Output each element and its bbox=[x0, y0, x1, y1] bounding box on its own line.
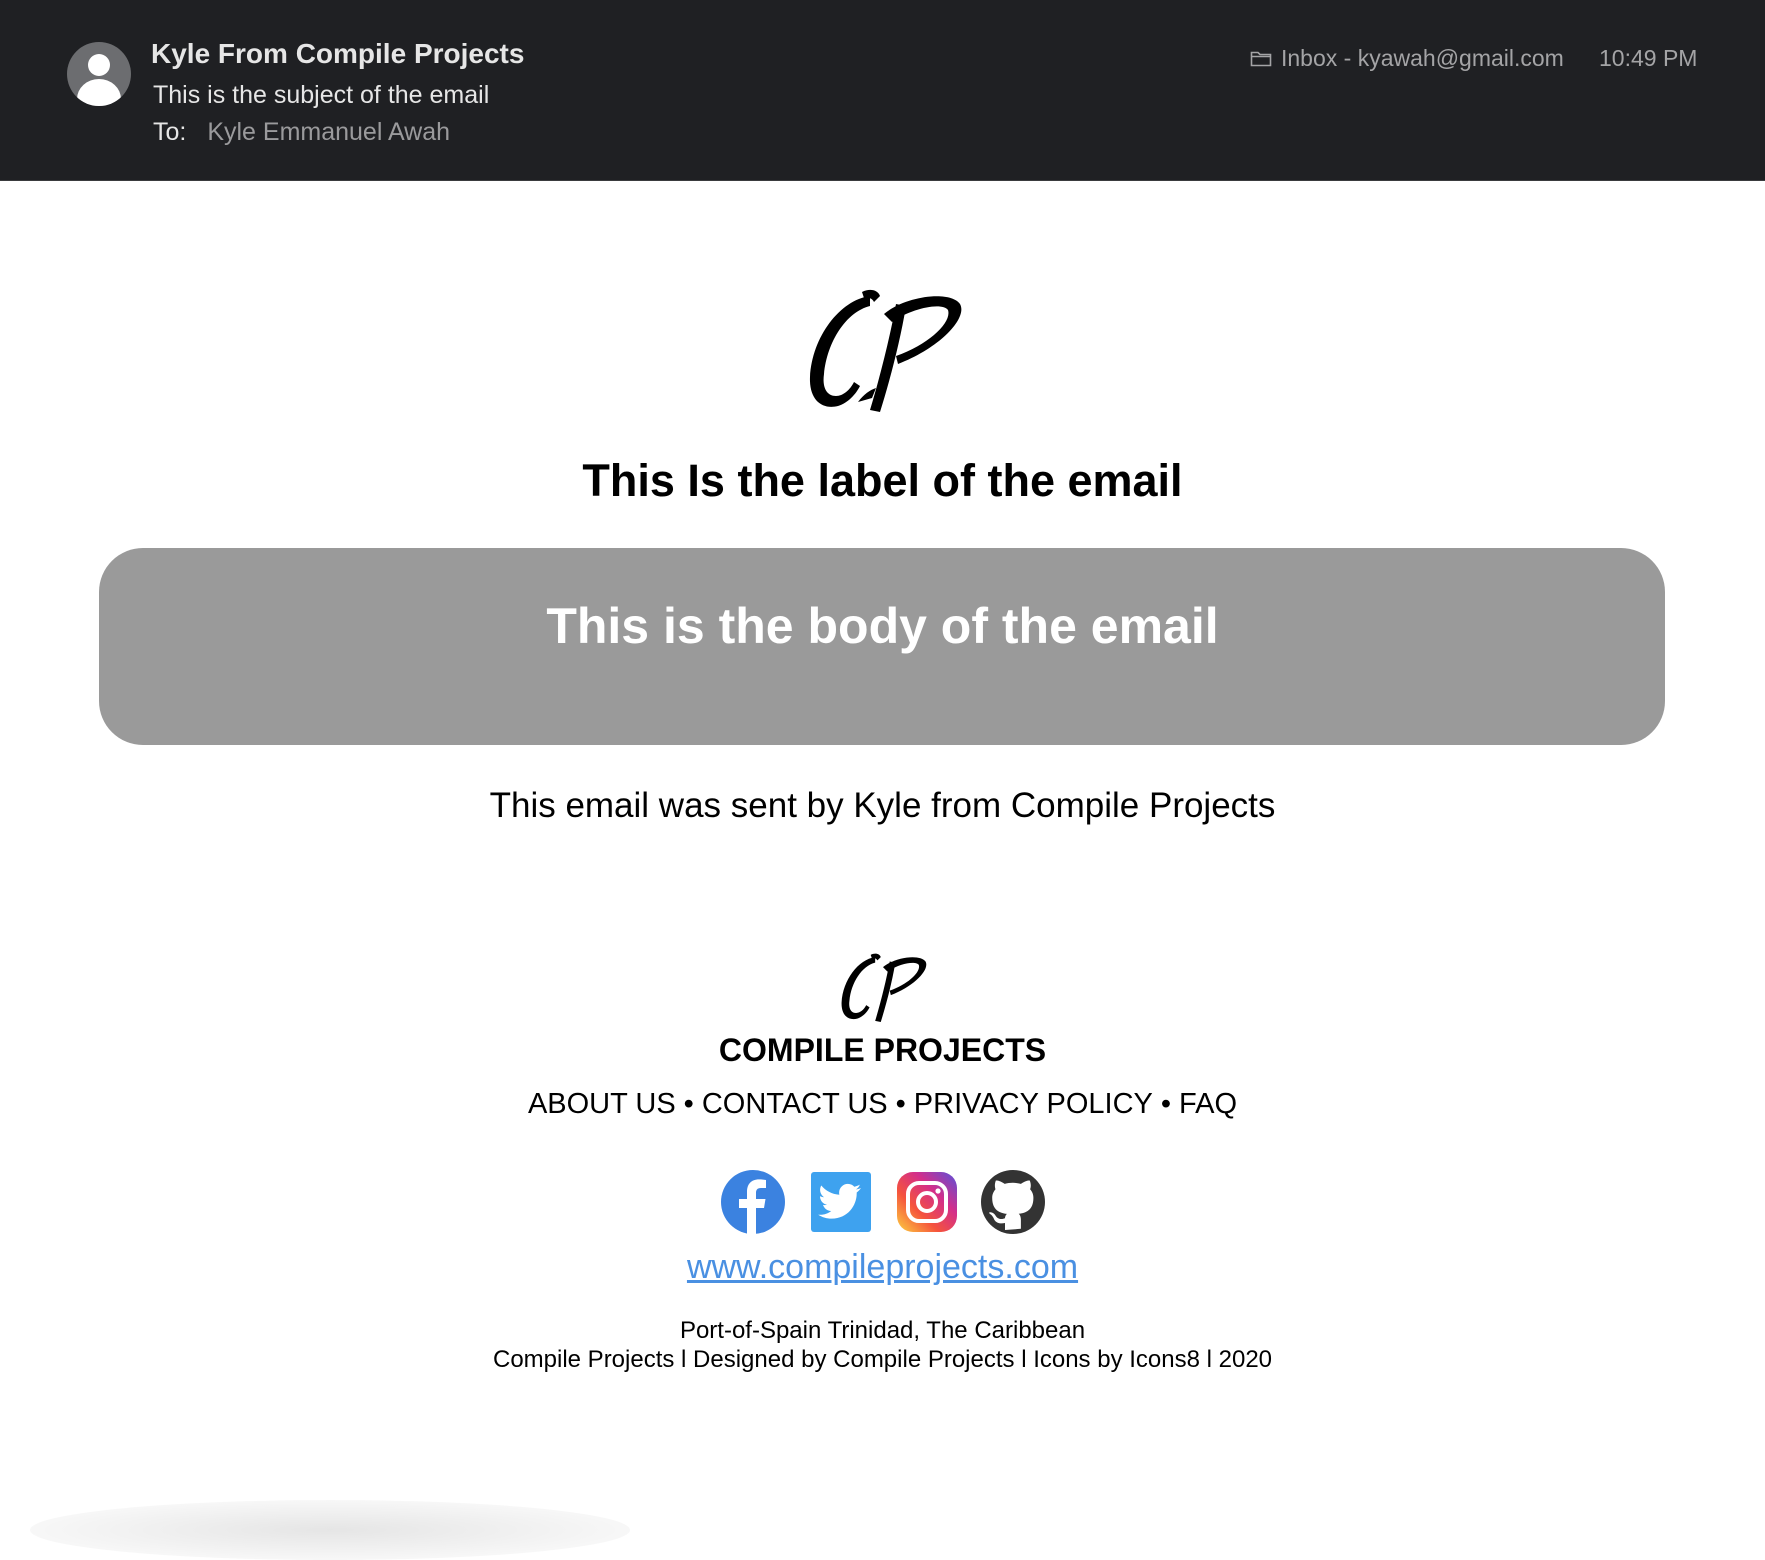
avatar-head bbox=[88, 54, 110, 76]
to-label: To: bbox=[153, 118, 187, 146]
instagram-icon[interactable] bbox=[893, 1168, 961, 1236]
nav-privacy-policy[interactable]: PRIVACY POLICY bbox=[914, 1088, 1153, 1120]
website-link[interactable]: www.compileprojects.com bbox=[0, 1248, 1765, 1287]
social-links bbox=[719, 1168, 1049, 1236]
footer-credits: Compile Projects l Designed by Compile P… bbox=[492, 1346, 1273, 1373]
footer-cp-logo bbox=[841, 953, 927, 1022]
mailbox-label: Inbox - kyawah@gmail.com bbox=[1281, 45, 1564, 71]
sent-by-text: This email was sent by Kyle from Compile… bbox=[489, 786, 1276, 825]
email-label: This Is the label of the email bbox=[582, 455, 1183, 506]
nav-contact-us[interactable]: CONTACT US bbox=[702, 1088, 888, 1120]
mailbox-indicator[interactable]: Inbox - kyawah@gmail.com bbox=[1250, 45, 1564, 72]
nav-about-us[interactable]: ABOUT US bbox=[528, 1088, 676, 1120]
github-icon[interactable] bbox=[979, 1168, 1047, 1236]
avatar[interactable] bbox=[67, 42, 131, 106]
recipient-row: To: Kyle Emmanuel Awah bbox=[153, 118, 450, 147]
footer-address: Port-of-Spain Trinidad, The Caribbean bbox=[679, 1317, 1086, 1344]
nav-separator: • bbox=[1160, 1088, 1172, 1120]
recipient-name[interactable]: Kyle Emmanuel Awah bbox=[207, 118, 450, 146]
sender-name[interactable]: Kyle From Compile Projects bbox=[151, 38, 524, 70]
footer-brand: COMPILE PROJECTS bbox=[718, 1032, 1047, 1068]
received-time: 10:49 PM bbox=[1599, 45, 1698, 71]
mail-header: Kyle From Compile Projects This is the s… bbox=[0, 0, 1765, 181]
avatar-body bbox=[77, 79, 121, 106]
email-body-text: This is the body of the email bbox=[546, 598, 1219, 654]
bottom-shadow bbox=[30, 1500, 630, 1560]
footer-nav: ABOUT US • CONTACT US • PRIVACY POLICY • FAQ bbox=[0, 1088, 1765, 1121]
email-subject: This is the subject of the email bbox=[153, 81, 490, 109]
nav-faq[interactable]: FAQ bbox=[1179, 1088, 1237, 1120]
folder-icon bbox=[1250, 51, 1272, 67]
twitter-icon[interactable] bbox=[807, 1168, 875, 1236]
facebook-icon[interactable] bbox=[719, 1168, 787, 1236]
nav-separator: • bbox=[683, 1088, 694, 1120]
cp-logo bbox=[809, 289, 962, 412]
nav-separator: • bbox=[895, 1088, 906, 1120]
